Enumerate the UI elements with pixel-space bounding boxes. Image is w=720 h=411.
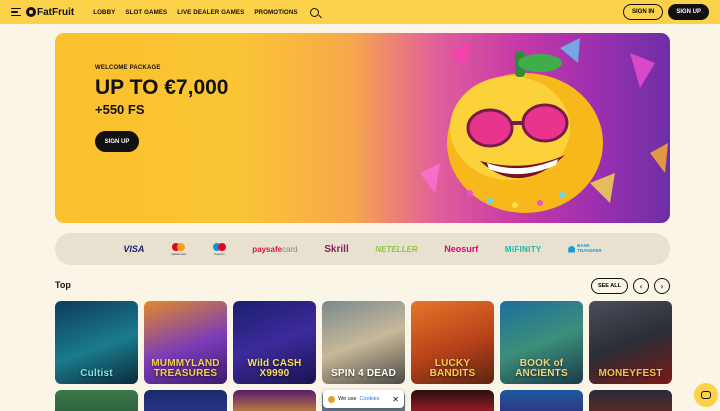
game-tile-moneyfest[interactable]: MONEYFEST [589,301,672,384]
nav-live-dealer-games[interactable]: LIVE DEALER GAMES [177,9,244,16]
game-tile[interactable] [233,390,316,411]
paysafe-card-text: card [282,244,298,254]
nav-promotions[interactable]: PROMOTIONS [254,9,297,16]
search-icon[interactable] [309,7,319,17]
visa-logo: VISA [123,244,145,254]
bank-transfer-logo: BANK TRANSFER [568,243,602,253]
cookie-notice: We use Cookies ✕ [323,390,404,408]
hamburger-menu-icon[interactable] [11,8,21,16]
live-chat-button[interactable] [694,383,718,407]
game-tile-wild-cash[interactable]: Wild CASH X9990 [233,301,316,384]
fruit-mascot-illustration [420,38,668,213]
bank-line-2: TRANSFER [577,248,602,253]
cookie-text: We use [338,396,357,402]
game-title: Wild CASH X9990 [247,358,302,379]
game-title: SPIN 4 DEAD [331,367,396,379]
game-tile[interactable] [589,390,672,411]
game-title: Cultist [80,367,113,379]
nav-slot-games[interactable]: SLOT GAMES [125,9,167,16]
paysafe-text: paysafe [252,244,283,254]
cookies-link[interactable]: Cookies [360,396,380,402]
game-title: MUMMYLAND TREASURES [151,358,220,379]
sign-in-button[interactable]: SIGN IN [622,4,664,20]
game-tile-book-of-ancients[interactable]: BOOK of ANCIENTS [500,301,583,384]
game-title: MONEYFEST [598,367,663,379]
top-games-row: Cultist MUMMYLAND TREASURES Wild CASH X9… [55,301,672,384]
welcome-banner: WELCOME PACKAGE UP TO €7,000 +550 FS SIG… [55,33,670,223]
game-title: LUCKY BANDITS [429,358,476,379]
game-tile-mummyland-treasures[interactable]: MUMMYLAND TREASURES [144,301,227,384]
section-title-top: Top [55,280,71,290]
neteller-logo: NETELLER [375,244,418,254]
brand-logo[interactable]: FatFruit [26,7,74,18]
chat-bubble-icon [701,391,711,399]
top-header: FatFruit LOBBY SLOT GAMES LIVE DEALER GA… [0,0,720,24]
hero-eyebrow: WELCOME PACKAGE [95,65,161,71]
hero-sign-up-button[interactable]: SIGN UP [95,131,139,152]
neosurf-logo: Neosurf [444,244,479,254]
mastercard-label: mastercard [170,251,186,256]
mifinity-logo: MiFINITY [504,244,542,254]
bank-icon [568,245,576,253]
fatfruit-logo-icon [26,7,36,17]
game-tile-spin-4-dead[interactable]: SPIN 4 DEAD [322,301,405,384]
carousel-prev-button[interactable]: ‹ [633,278,649,294]
sign-up-button[interactable]: SIGN UP [668,4,709,20]
paysafecard-logo: paysafe card [252,245,297,254]
game-tile-cultist[interactable]: Cultist [55,301,138,384]
maestro-logo: maestro [212,242,226,256]
hero-subtitle: +550 FS [95,102,145,117]
close-icon[interactable]: ✕ [392,395,399,404]
game-tile[interactable] [500,390,583,411]
carousel-next-button[interactable]: › [654,278,670,294]
maestro-label: maestro [213,251,225,256]
brand-name: FatFruit [37,6,75,18]
game-tile[interactable] [144,390,227,411]
mastercard-logo: mastercard [170,242,186,256]
hero-title: UP TO €7,000 [95,76,229,99]
game-tile-lucky-bandits[interactable]: LUCKY BANDITS [411,301,494,384]
game-title: BOOK of ANCIENTS [515,358,568,379]
game-tile[interactable] [411,390,494,411]
see-all-button[interactable]: SEE ALL [590,278,628,294]
payment-methods-bar: VISA mastercard maestro paysafe card Skri… [55,233,670,265]
game-tile[interactable] [55,390,138,411]
nav-lobby[interactable]: LOBBY [93,9,115,16]
cookie-icon [328,395,335,403]
main-nav: LOBBY SLOT GAMES LIVE DEALER GAMES PROMO… [93,9,297,16]
skrill-logo: Skrill [324,243,349,255]
